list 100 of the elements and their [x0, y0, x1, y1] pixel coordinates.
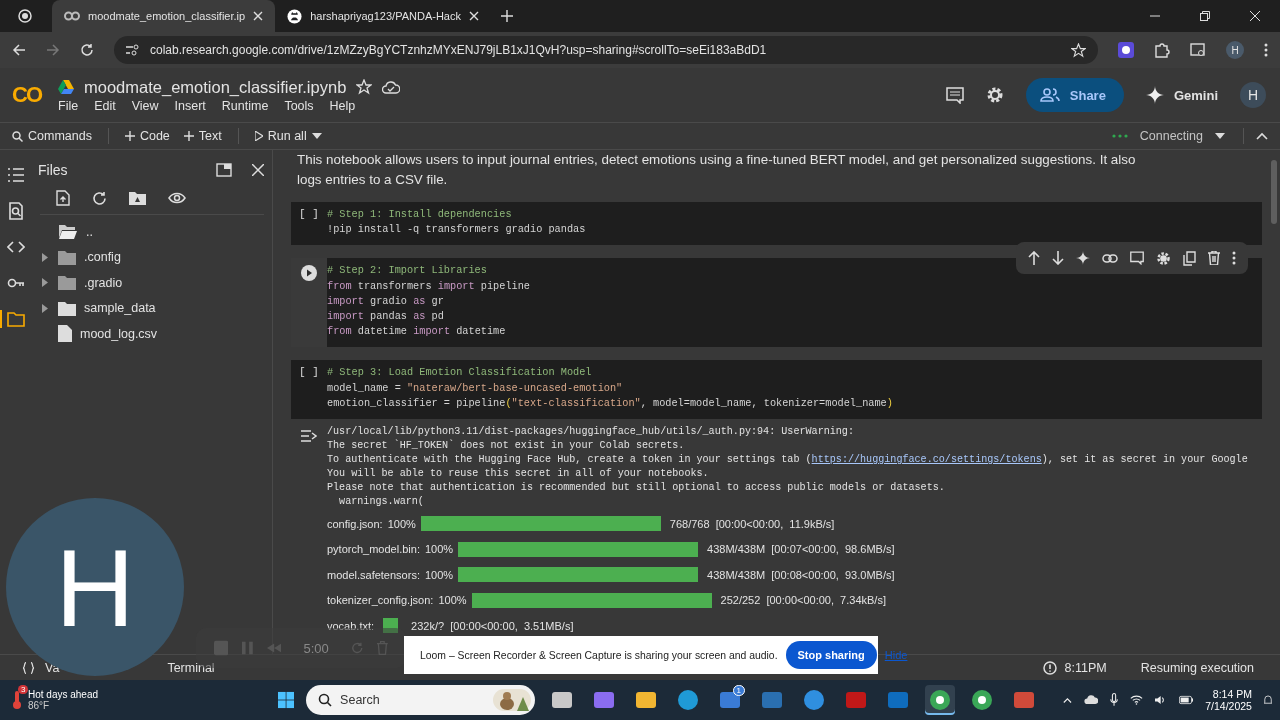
expand-arrow-icon[interactable] — [42, 303, 48, 313]
menu-item[interactable]: Runtime — [221, 98, 269, 113]
wifi-icon[interactable] — [1130, 694, 1144, 706]
download-percent: 100% — [438, 594, 467, 607]
puzzle-icon[interactable] — [1154, 42, 1170, 58]
microphone-icon[interactable] — [1110, 692, 1119, 708]
notebook-title[interactable]: moodmate_emotion_classifier.ipynb — [84, 77, 347, 97]
download-stats: 232k/? [00:00<00:00, 3.51MB/s] — [411, 619, 574, 632]
notification-badge: 1 — [732, 685, 746, 696]
back-icon[interactable] — [12, 43, 26, 57]
output-menu-icon[interactable] — [301, 429, 317, 444]
share-button[interactable]: Share — [1025, 78, 1124, 112]
tab-search-icon[interactable] — [1190, 42, 1206, 58]
menu-item[interactable]: Tools — [284, 98, 314, 113]
close-icon[interactable] — [253, 11, 264, 21]
close-icon[interactable] — [468, 11, 479, 21]
browser-tab[interactable]: moodmate_emotion_classifier.ip — [52, 0, 276, 32]
eye-icon[interactable] — [168, 192, 186, 204]
restart-icon[interactable] — [350, 641, 364, 655]
add-cell-button[interactable]: Code — [120, 129, 174, 143]
reload-icon[interactable] — [80, 43, 94, 57]
star-icon[interactable] — [356, 79, 373, 95]
browser-tab[interactable]: harshapriyag123/PANDA-Hack — [275, 0, 491, 32]
weather-title[interactable]: Hot days ahead — [28, 689, 99, 700]
address-bar[interactable]: colab.research.google.com/drive/1zMZzyBgYCTznhzMYxENJ79jLB1xJ1QvH?usp=sharing#scrollTo=seEi183aBdD1 — [114, 36, 1098, 64]
code-cell[interactable]: [ ] # Step 3: Load Emotion Classification Model model_name = "nateraw/bert-base-uncased-emotion" emotion_classifier = pipeline("text-classification", model=model_name, tokenizer=model_name) — [291, 360, 1262, 420]
menu-item[interactable]: Edit — [94, 98, 116, 113]
clock-date[interactable]: 7/14/2025 — [1205, 700, 1252, 712]
code-line: import gradio as gr — [327, 293, 445, 309]
down-arrow-icon[interactable] — [1052, 251, 1064, 266]
settings-icon[interactable] — [1156, 250, 1171, 266]
expand-arrow-icon[interactable] — [42, 252, 48, 262]
account-avatar[interactable]: H — [1240, 82, 1266, 108]
windows-start-icon[interactable] — [277, 690, 295, 710]
add-cell-button[interactable]: Text — [179, 129, 226, 143]
stop-sharing-button[interactable]: Stop sharing — [785, 641, 877, 669]
menu-item[interactable]: Insert — [174, 98, 206, 113]
up-arrow-icon[interactable] — [1028, 251, 1040, 266]
upload-icon[interactable] — [56, 190, 70, 206]
bell-icon[interactable] — [1263, 694, 1272, 706]
token-link[interactable]: https://huggingface.co/settings/tokens — [811, 454, 1042, 466]
taskbar-button[interactable]: 1 — [715, 685, 746, 715]
file-name[interactable]: mood_log.csv — [80, 326, 158, 341]
output-line: warnings.warn( — [338, 495, 425, 510]
battery-icon[interactable] — [1178, 695, 1194, 705]
colab-logo[interactable]: CO — [12, 82, 48, 108]
scrollbar-thumb[interactable] — [1271, 160, 1277, 224]
comment-icon[interactable] — [945, 86, 964, 104]
sparkle-icon[interactable] — [1076, 251, 1090, 266]
file-name[interactable]: .gradio — [84, 275, 123, 290]
comment-icon[interactable] — [1130, 251, 1144, 266]
speaker-icon[interactable] — [1155, 694, 1167, 706]
run-cell-icon[interactable] — [301, 265, 317, 282]
close-icon[interactable] — [1250, 11, 1260, 21]
terminal-tab[interactable]: Terminal — [167, 660, 215, 675]
gemini-button[interactable]: Gemini — [1145, 86, 1218, 104]
code-cell[interactable]: [ ] # Step 1: Install dependencies !pip install -q transformers gradio pandas — [291, 202, 1262, 246]
settings-icon[interactable] — [985, 86, 1004, 104]
caret-icon[interactable] — [1215, 133, 1225, 139]
taskbar-search[interactable]: Search — [306, 685, 536, 715]
more-icon[interactable] — [1264, 43, 1268, 57]
chevron-up-icon[interactable] — [1063, 696, 1072, 704]
open-folder-icon — [58, 223, 78, 240]
forward-icon[interactable] — [46, 43, 60, 57]
expand-arrow-icon[interactable] — [42, 278, 48, 288]
file-name[interactable]: .config — [84, 250, 121, 265]
folder-icon — [58, 300, 76, 316]
profile-avatar[interactable]: H — [1226, 41, 1244, 59]
restore-icon[interactable] — [1200, 11, 1210, 21]
site-info-icon[interactable] — [126, 44, 140, 56]
new-tab-icon[interactable] — [500, 10, 513, 22]
close-icon[interactable] — [252, 164, 264, 176]
app-icon — [551, 689, 574, 711]
more-icon[interactable] — [1232, 251, 1236, 266]
menu-item[interactable]: Help — [329, 98, 356, 113]
file-name[interactable]: .. — [86, 224, 93, 239]
mirror-cell-icon[interactable] — [1183, 250, 1196, 266]
run-all-button[interactable]: Run all — [250, 129, 326, 143]
connection-status[interactable]: Connecting — [1139, 129, 1203, 143]
link-icon[interactable] — [1102, 253, 1118, 263]
download-percent: 100% — [387, 517, 416, 530]
code-cell[interactable]: # Step 2: Import Libraries from transformers import pipeline import gradio as gr import pandas as pd from datetime import datetime — [291, 258, 1262, 348]
window-icon[interactable] — [216, 163, 232, 177]
clock-time[interactable]: 8:14 PM — [1212, 688, 1252, 700]
commands-button[interactable]: Commands — [8, 129, 96, 143]
extension-icon[interactable] — [1118, 42, 1134, 58]
menu-item[interactable]: View — [131, 98, 159, 113]
code-line: from transformers import pipeline — [327, 278, 530, 294]
download-label: tokenizer_config.json: — [327, 594, 434, 607]
menu-item[interactable]: File — [58, 98, 79, 113]
app-icon — [971, 689, 994, 711]
star-icon[interactable] — [1071, 42, 1086, 58]
taskbar-button[interactable] — [925, 685, 956, 715]
refresh-icon[interactable] — [92, 190, 107, 206]
file-name[interactable]: sample_data — [84, 301, 156, 316]
collapse-icon[interactable] — [1256, 132, 1268, 140]
record-icon[interactable] — [18, 9, 32, 23]
cloud-icon[interactable] — [382, 80, 401, 94]
cloud-icon[interactable] — [1083, 694, 1099, 706]
drive-folder-icon[interactable] — [129, 191, 146, 205]
